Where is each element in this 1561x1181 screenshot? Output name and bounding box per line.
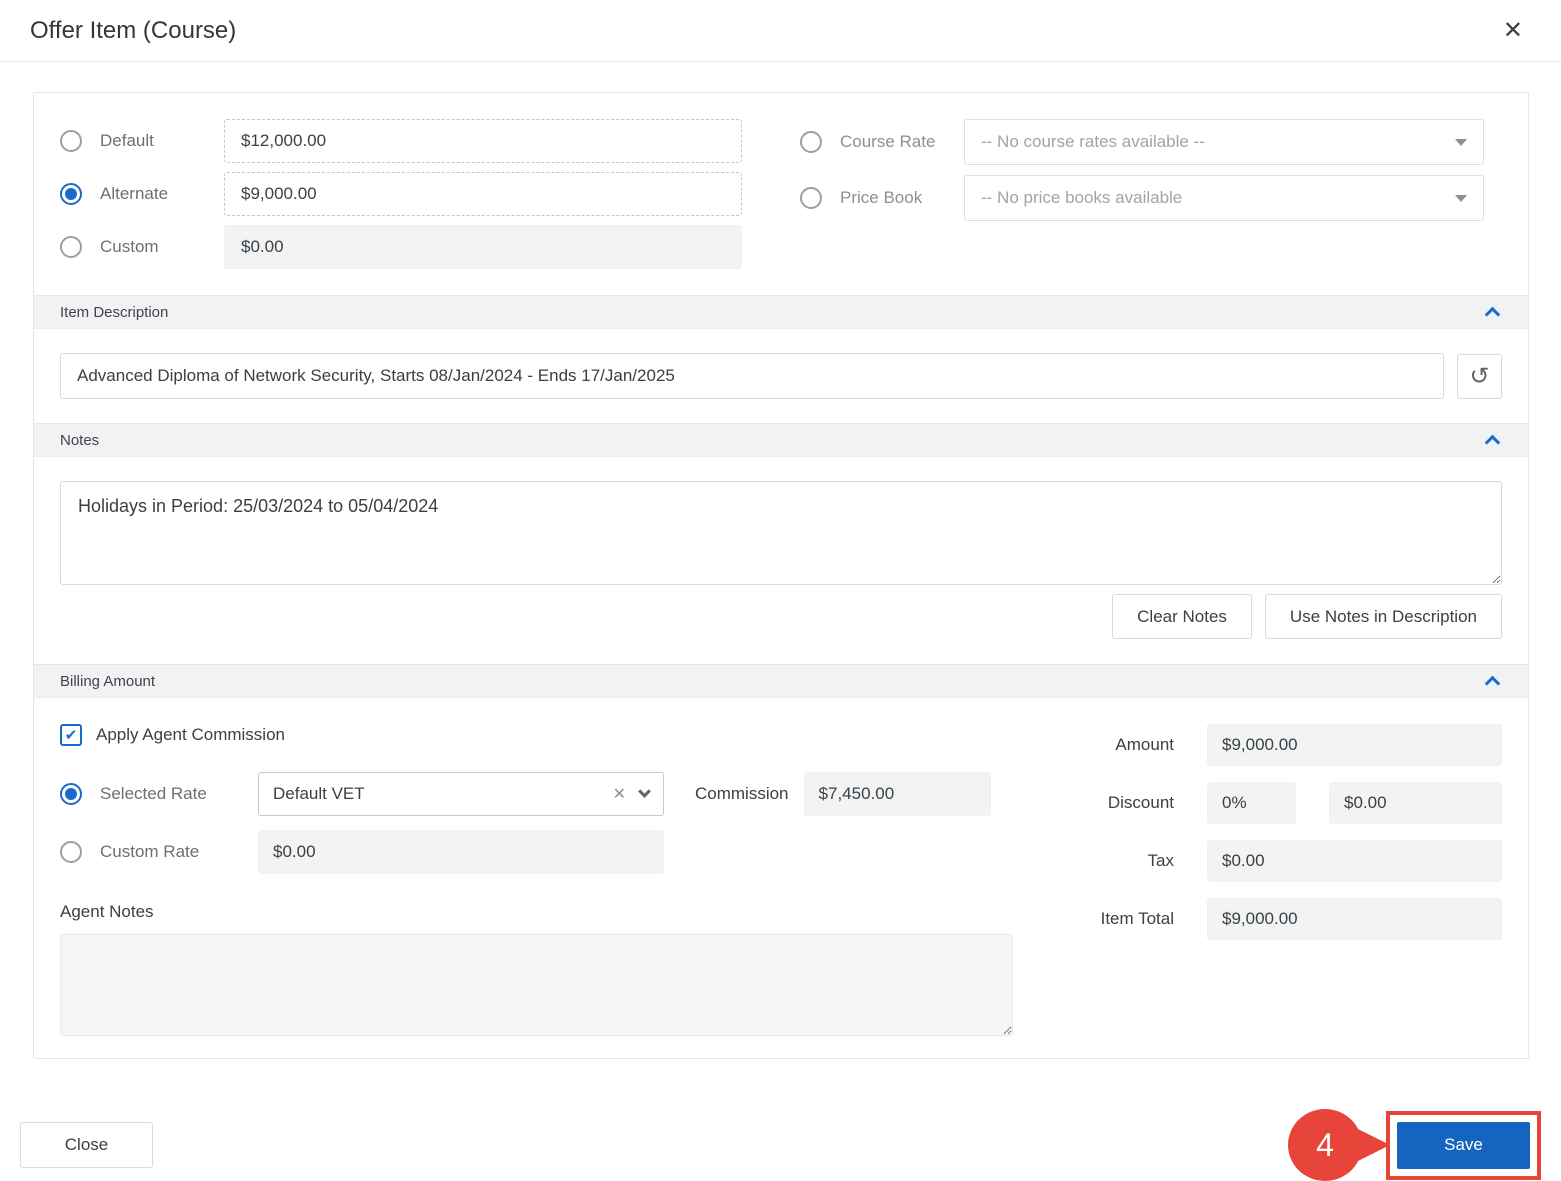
use-notes-in-description-button[interactable]: Use Notes in Description (1264, 594, 1502, 639)
alternate-price-radio[interactable] (60, 183, 82, 205)
course-rate-select[interactable]: -- No course rates available -- (964, 119, 1484, 165)
course-rate-placeholder: -- No course rates available -- (981, 132, 1205, 151)
commission-label: Commission (695, 784, 789, 803)
item-description-body: ↺ (34, 329, 1528, 423)
custom-rate-label[interactable]: Custom Rate (100, 842, 258, 862)
step-number: 4 (1316, 1126, 1334, 1163)
history-icon: ↺ (1469, 362, 1490, 390)
collapse-notes-button[interactable] (1483, 429, 1502, 452)
price-option-default: Default (60, 119, 764, 163)
course-rate-radio-label[interactable]: Course Rate (840, 132, 964, 152)
close-icon[interactable]: ✕ (1495, 17, 1531, 45)
price-book-select[interactable]: -- No price books available (964, 175, 1484, 221)
price-book-radio-label[interactable]: Price Book (840, 188, 964, 208)
price-option-custom: Custom (60, 225, 764, 269)
billing-left-column: ✔ Apply Agent Commission Selected Rate D… (60, 724, 1013, 1036)
chevron-up-icon (1484, 434, 1501, 450)
item-description-section-title: Item Description (60, 303, 169, 321)
check-icon: ✔ (64, 726, 78, 744)
agent-notes-textarea[interactable] (60, 934, 1013, 1036)
price-book-radio[interactable] (800, 187, 822, 209)
default-price-input[interactable] (224, 119, 742, 163)
clear-notes-button[interactable]: Clear Notes (1112, 594, 1252, 639)
tax-row: Tax (1090, 840, 1502, 882)
custom-price-radio-label[interactable]: Custom (100, 237, 224, 257)
item-total-input[interactable] (1207, 898, 1502, 940)
discount-percent-input[interactable] (1207, 782, 1296, 824)
annotation-highlight-box: Save (1386, 1110, 1541, 1180)
close-button[interactable]: Close (20, 1122, 153, 1168)
clear-selection-icon[interactable]: ✕ (613, 784, 626, 804)
alternate-price-input[interactable] (224, 172, 742, 216)
price-option-alternate: Alternate (60, 172, 764, 216)
amount-label: Amount (1115, 735, 1174, 754)
chevron-up-icon (1484, 306, 1501, 322)
tax-label: Tax (1147, 851, 1174, 870)
price-book-placeholder: -- No price books available (981, 188, 1183, 207)
course-rate-radio[interactable] (800, 131, 822, 153)
notes-textarea[interactable]: Holidays in Period: 25/03/2024 to 05/04/… (60, 481, 1502, 585)
custom-rate-input[interactable] (258, 830, 664, 874)
billing-body: ✔ Apply Agent Commission Selected Rate D… (34, 698, 1528, 1058)
tax-input[interactable] (1207, 840, 1502, 882)
collapse-item-description-button[interactable] (1483, 301, 1502, 324)
notes-body: Holidays in Period: 25/03/2024 to 05/04/… (34, 457, 1528, 664)
selected-rate-radio[interactable] (60, 783, 82, 805)
price-book-row: Price Book -- No price books available (800, 175, 1484, 221)
commission-input[interactable] (803, 772, 991, 816)
custom-rate-radio[interactable] (60, 841, 82, 863)
save-area: 4 Save (1288, 1109, 1541, 1181)
offer-item-panel: Default Alternate Custom Course Rate -- … (33, 92, 1529, 1059)
chevron-down-icon (638, 785, 651, 798)
agent-rate-select[interactable]: Default VET ✕ (258, 772, 664, 816)
modal-title: Offer Item (Course) (30, 16, 237, 44)
amount-row: Amount (1090, 724, 1502, 766)
discount-inputs (1207, 782, 1502, 824)
default-price-radio[interactable] (60, 130, 82, 152)
item-description-section-header: Item Description (34, 295, 1528, 329)
pricing-section: Default Alternate Custom Course Rate -- … (34, 93, 1528, 295)
billing-amount-section-title: Billing Amount (60, 672, 156, 690)
save-button[interactable]: Save (1397, 1121, 1530, 1169)
agent-rate-selected-value: Default VET (273, 784, 365, 803)
custom-rate-row: Custom Rate (60, 830, 1013, 874)
course-rate-row: Course Rate -- No course rates available… (800, 119, 1484, 165)
chevron-down-icon (1455, 194, 1467, 202)
item-total-row: Item Total (1090, 898, 1502, 940)
apply-agent-commission-checkbox[interactable]: ✔ (60, 724, 82, 746)
custom-price-input[interactable] (224, 225, 742, 269)
billing-amount-section-header: Billing Amount (34, 664, 1528, 698)
item-description-input[interactable] (60, 353, 1444, 399)
modal-header: Offer Item (Course) ✕ (0, 0, 1561, 62)
collapse-billing-button[interactable] (1483, 670, 1502, 693)
chevron-down-icon (1455, 138, 1467, 146)
notes-section-header: Notes (34, 423, 1528, 457)
default-price-radio-label[interactable]: Default (100, 131, 224, 151)
item-total-label: Item Total (1100, 909, 1174, 928)
modal-footer: Close 4 Save (0, 1059, 1561, 1181)
notes-actions: Clear Notes Use Notes in Description (60, 594, 1502, 639)
rate-options-column: Course Rate -- No course rates available… (800, 119, 1484, 269)
notes-section-title: Notes (60, 431, 100, 449)
billing-summary-column: Amount Discount Tax Item Total (1090, 724, 1502, 1036)
chevron-up-icon (1484, 675, 1501, 691)
selected-rate-label[interactable]: Selected Rate (100, 784, 258, 804)
discount-row: Discount (1090, 782, 1502, 824)
step-4-badge: 4 (1288, 1109, 1362, 1181)
reset-description-button[interactable]: ↺ (1457, 353, 1502, 399)
price-options-column: Default Alternate Custom (60, 119, 764, 269)
agent-notes-label: Agent Notes (60, 902, 154, 921)
apply-agent-commission-label[interactable]: Apply Agent Commission (96, 725, 285, 745)
apply-agent-commission-row: ✔ Apply Agent Commission (60, 724, 1013, 746)
selected-rate-row: Selected Rate Default VET ✕ Commission (60, 772, 1013, 816)
alternate-price-radio-label[interactable]: Alternate (100, 184, 224, 204)
custom-price-radio[interactable] (60, 236, 82, 258)
discount-label: Discount (1107, 793, 1174, 812)
amount-input[interactable] (1207, 724, 1502, 766)
discount-amount-input[interactable] (1329, 782, 1502, 824)
